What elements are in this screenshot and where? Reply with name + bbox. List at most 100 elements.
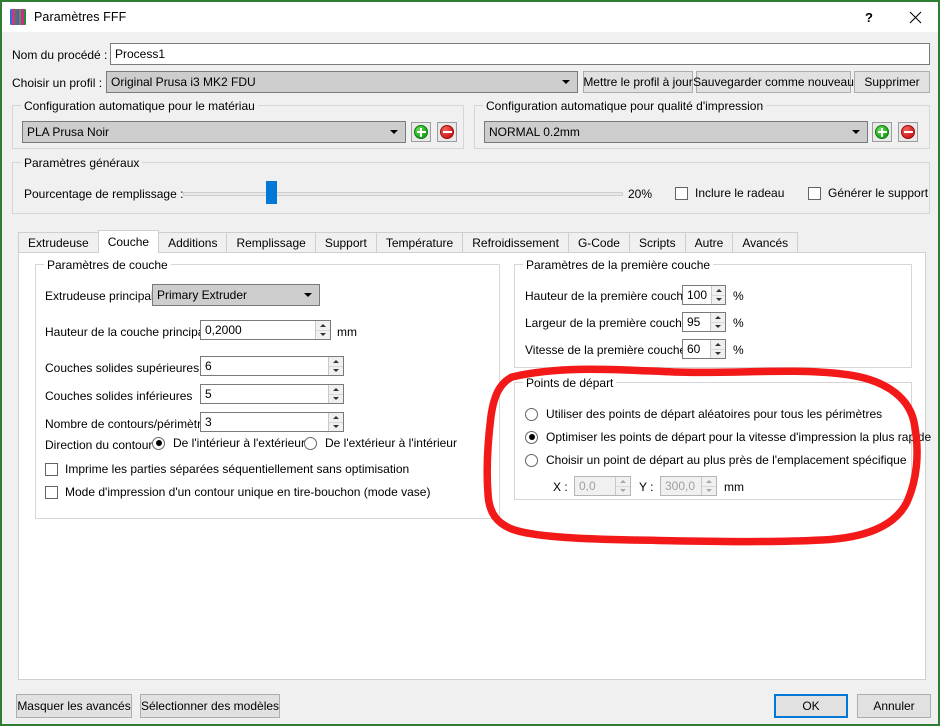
start-random-row[interactable]: Utiliser des points de départ aléatoires… bbox=[525, 407, 882, 421]
remove-quality-button[interactable] bbox=[898, 122, 918, 142]
first-layer-speed-value: 60 bbox=[687, 342, 701, 356]
first-layer-width-stepper[interactable] bbox=[710, 313, 725, 331]
stepper-up-icon[interactable] bbox=[702, 477, 716, 487]
tab-extrudeuse[interactable]: Extrudeuse bbox=[18, 232, 99, 253]
minus-circle-icon bbox=[901, 125, 915, 139]
primary-extruder-combo[interactable]: Primary Extruder bbox=[152, 284, 320, 306]
title-bar: Paramètres FFF ? bbox=[2, 2, 938, 32]
vase-mode-row[interactable]: Mode d'impression d'un contour unique en… bbox=[45, 485, 430, 499]
stepper-up-icon[interactable] bbox=[329, 357, 343, 367]
stepper-down-icon[interactable] bbox=[329, 395, 343, 404]
stepper-up-icon[interactable] bbox=[712, 286, 725, 296]
start-x-value: 0,0 bbox=[579, 479, 596, 493]
tab-autre[interactable]: Autre bbox=[684, 232, 734, 253]
start-x-spinner[interactable]: 0,0 bbox=[574, 476, 631, 496]
tab-avances[interactable]: Avancés bbox=[732, 232, 799, 253]
stepper-down-icon[interactable] bbox=[711, 323, 725, 332]
quality-combo[interactable]: NORMAL 0.2mm bbox=[484, 121, 868, 143]
stepper-up-icon[interactable] bbox=[711, 313, 725, 323]
app-stripes-icon bbox=[10, 9, 26, 25]
cancel-button[interactable]: Annuler bbox=[857, 694, 931, 718]
start-x-stepper[interactable] bbox=[615, 477, 630, 495]
tab-refroidissement[interactable]: Refroidissement bbox=[462, 232, 569, 253]
sequential-print-label: Imprime les parties séparées séquentiell… bbox=[65, 462, 410, 476]
profile-combo[interactable]: Original Prusa i3 MK2 FDU bbox=[106, 71, 578, 93]
material-autoconfig-title: Configuration automatique pour le matéri… bbox=[21, 99, 258, 113]
first-layer-height-spinner[interactable]: 100 bbox=[682, 285, 726, 305]
start-random-radio[interactable] bbox=[525, 407, 538, 421]
first-layer-width-value: 95 bbox=[687, 315, 701, 329]
tab-additions[interactable]: Additions bbox=[158, 232, 228, 253]
stepper-down-icon[interactable] bbox=[702, 487, 716, 496]
stepper-up-icon[interactable] bbox=[316, 321, 330, 331]
stepper-down-icon[interactable] bbox=[711, 350, 725, 359]
layer-height-spinner[interactable]: 0,2000 bbox=[200, 320, 331, 340]
stepper-up-icon[interactable] bbox=[616, 477, 630, 487]
top-solid-layers-spinner[interactable]: 6 bbox=[200, 356, 344, 376]
stepper-down-icon[interactable] bbox=[616, 487, 630, 496]
tab-remplissage[interactable]: Remplissage bbox=[226, 232, 316, 253]
start-optimize-radio[interactable] bbox=[525, 430, 538, 444]
perimeter-count-spinner[interactable]: 3 bbox=[200, 412, 344, 432]
stepper-up-icon[interactable] bbox=[711, 340, 725, 350]
start-y-value: 300,0 bbox=[665, 479, 696, 493]
stepper-up-icon[interactable] bbox=[329, 385, 343, 395]
top-solid-stepper[interactable] bbox=[328, 357, 343, 375]
support-checkbox[interactable] bbox=[808, 186, 821, 200]
tab-couche[interactable]: Couche bbox=[97, 230, 160, 253]
stepper-up-icon[interactable] bbox=[329, 413, 343, 423]
add-material-button[interactable] bbox=[411, 122, 431, 142]
infill-slider-track[interactable] bbox=[183, 192, 623, 196]
support-checkbox-row[interactable]: Générer le support bbox=[808, 186, 928, 200]
perimeter-stepper[interactable] bbox=[328, 413, 343, 431]
help-button[interactable]: ? bbox=[846, 2, 892, 32]
raft-checkbox-row[interactable]: Inclure le radeau bbox=[675, 186, 784, 200]
sequential-print-checkbox[interactable] bbox=[45, 462, 58, 476]
layer-height-stepper[interactable] bbox=[315, 321, 330, 339]
save-as-new-button[interactable]: Sauvegarder comme nouveau bbox=[693, 71, 854, 93]
raft-checkbox[interactable] bbox=[675, 186, 688, 200]
update-profile-button[interactable]: Mettre le profil à jour bbox=[583, 71, 693, 93]
outline-outside-in-row[interactable]: De l'extérieur à l'intérieur bbox=[304, 436, 457, 450]
start-y-spinner[interactable]: 300,0 bbox=[660, 476, 717, 496]
hide-advanced-button[interactable]: Masquer les avancés bbox=[16, 694, 132, 718]
stepper-down-icon[interactable] bbox=[712, 296, 725, 305]
close-button[interactable] bbox=[892, 2, 938, 32]
tab-scripts[interactable]: Scripts bbox=[628, 232, 686, 253]
stepper-down-icon[interactable] bbox=[329, 423, 343, 432]
first-layer-speed-stepper[interactable] bbox=[710, 340, 725, 358]
tab-support[interactable]: Support bbox=[314, 232, 377, 253]
outline-inside-out-label: De l'intérieur à l'extérieur bbox=[173, 436, 305, 450]
outline-inside-out-row[interactable]: De l'intérieur à l'extérieur bbox=[152, 436, 305, 450]
outline-outside-in-radio[interactable] bbox=[304, 436, 317, 450]
start-specific-row[interactable]: Choisir un point de départ au plus près … bbox=[525, 453, 907, 467]
first-layer-height-stepper[interactable] bbox=[711, 286, 725, 304]
infill-slider-thumb[interactable] bbox=[266, 181, 277, 204]
ok-button[interactable]: OK bbox=[774, 694, 848, 718]
process-name-input[interactable]: Process1 bbox=[110, 43, 930, 65]
delete-profile-button[interactable]: Supprimer bbox=[854, 71, 930, 93]
start-random-label: Utiliser des points de départ aléatoires… bbox=[546, 407, 883, 421]
remove-material-button[interactable] bbox=[437, 122, 457, 142]
stepper-down-icon[interactable] bbox=[329, 367, 343, 376]
stepper-down-icon[interactable] bbox=[316, 331, 330, 340]
first-layer-width-spinner[interactable]: 95 bbox=[682, 312, 726, 332]
select-models-button[interactable]: Sélectionner des modèles bbox=[140, 694, 280, 718]
vase-mode-checkbox[interactable] bbox=[45, 485, 58, 499]
material-combo[interactable]: PLA Prusa Noir bbox=[22, 121, 406, 143]
start-optimize-row[interactable]: Optimiser les points de départ pour la v… bbox=[525, 430, 931, 444]
first-layer-speed-unit: % bbox=[733, 343, 744, 357]
sequential-print-row[interactable]: Imprime les parties séparées séquentiell… bbox=[45, 462, 409, 476]
tab-temperature[interactable]: Température bbox=[375, 232, 464, 253]
raft-checkbox-label: Inclure le radeau bbox=[695, 186, 785, 200]
start-specific-radio[interactable] bbox=[525, 453, 538, 467]
layer-height-value: 0,2000 bbox=[205, 323, 242, 337]
start-y-stepper[interactable] bbox=[701, 477, 716, 495]
add-quality-button[interactable] bbox=[872, 122, 892, 142]
outline-inside-out-radio[interactable] bbox=[152, 436, 165, 450]
bottom-solid-stepper[interactable] bbox=[328, 385, 343, 403]
chevron-down-icon bbox=[562, 80, 570, 84]
first-layer-speed-spinner[interactable]: 60 bbox=[682, 339, 726, 359]
tab-gcode[interactable]: G-Code bbox=[567, 232, 630, 253]
bottom-solid-layers-spinner[interactable]: 5 bbox=[200, 384, 344, 404]
